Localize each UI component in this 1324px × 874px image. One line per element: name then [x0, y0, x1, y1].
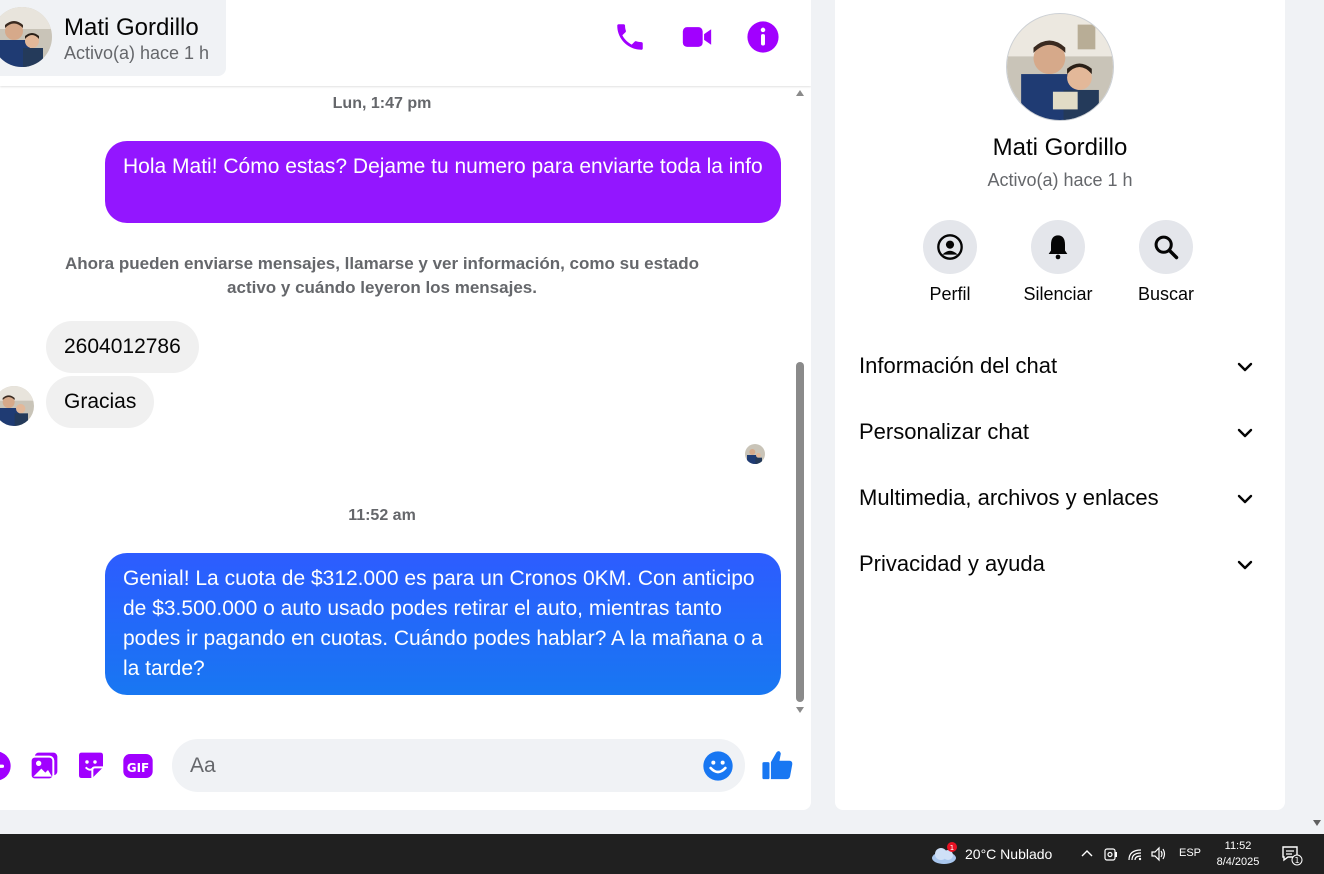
profile-icon: [937, 234, 963, 260]
plus-circle-icon: [0, 751, 11, 781]
chat-panel: Mati Gordillo Activo(a) hace 1 h Lun, 1:…: [0, 0, 811, 810]
timestamp: Lun, 1:47 pm: [332, 95, 432, 112]
chevron-up-icon[interactable]: [1079, 846, 1095, 862]
more-actions-button[interactable]: [0, 750, 12, 782]
contact-name[interactable]: Mati Gordillo: [64, 14, 199, 42]
section-label: Personalizar chat: [859, 419, 1029, 444]
section-label: Información del chat: [859, 353, 1058, 378]
chevron-down-icon: [1237, 428, 1253, 438]
volume-icon[interactable]: [1150, 846, 1166, 862]
weather-text[interactable]: 20°C Nublado: [965, 846, 1052, 862]
incoming-message[interactable]: 2604012786: [46, 321, 199, 373]
image-icon: [29, 752, 58, 781]
avatar[interactable]: [0, 7, 52, 67]
profile-button[interactable]: Perfil: [905, 220, 995, 305]
taskbar: 1 20°C Nublado ESP 11:52 8/4/2025 1: [0, 834, 1324, 874]
mute-button[interactable]: Silenciar: [1013, 220, 1103, 305]
sticker-button[interactable]: [75, 750, 107, 782]
system-note: Ahora pueden enviarse mensajes, llamarse…: [65, 254, 699, 297]
smiley-icon: [703, 751, 733, 781]
section-customize-chat[interactable]: Personalizar chat: [859, 407, 1261, 457]
clock-date: 8/4/2025: [1216, 856, 1260, 868]
call-button[interactable]: [613, 20, 647, 54]
section-label: Privacidad y ayuda: [859, 551, 1045, 576]
chat-info-panel: Mati Gordillo Activo(a) hace 1 h Perfil …: [835, 0, 1285, 810]
bell-icon: [1048, 235, 1068, 260]
read-receipt-avatar: [745, 444, 765, 464]
message-composer[interactable]: [172, 739, 745, 792]
outgoing-message[interactable]: Genial! La cuota de $312.000 es para un …: [105, 553, 781, 695]
profile-name: Mati Gordillo: [992, 134, 1128, 161]
video-call-button[interactable]: [680, 20, 714, 54]
chevron-down-icon: [1237, 362, 1253, 372]
mute-label: Silenciar: [1023, 284, 1093, 304]
clock-time: 11:52: [1224, 840, 1252, 852]
info-button[interactable]: [746, 20, 780, 54]
outgoing-message[interactable]: Hola Mati! Cómo estas? Dejame tu numero …: [105, 141, 781, 223]
chevron-down-icon: [1237, 494, 1253, 504]
timestamp: 11:52 am: [348, 507, 416, 524]
section-chat-info[interactable]: Información del chat: [859, 341, 1261, 391]
sticker-icon: [79, 752, 103, 778]
wifi-icon[interactable]: [1127, 846, 1143, 862]
emoji-button[interactable]: [702, 750, 734, 782]
notification-count: 1: [1294, 856, 1299, 865]
page-scrollbar[interactable]: [1309, 0, 1324, 834]
gif-button[interactable]: GIF: [122, 750, 154, 782]
video-camera-icon: [682, 27, 712, 47]
scroll-up-arrow[interactable]: [796, 90, 804, 96]
chat-header: Mati Gordillo Activo(a) hace 1 h: [0, 0, 811, 86]
section-privacy-help[interactable]: Privacidad y ayuda: [859, 539, 1261, 589]
weather-badge: 1: [950, 844, 954, 852]
sender-avatar[interactable]: [0, 386, 34, 426]
clock[interactable]: 11:52 8/4/2025: [1212, 838, 1264, 870]
gif-icon: GIF: [123, 754, 153, 778]
search-button[interactable]: Buscar: [1121, 220, 1211, 305]
thumbs-up-icon: [762, 751, 793, 780]
notification-icon[interactable]: 1: [1281, 844, 1303, 866]
cloud-icon[interactable]: 1: [930, 842, 958, 866]
search-label: Buscar: [1137, 284, 1195, 304]
scroll-thumb[interactable]: [796, 362, 804, 702]
message-input[interactable]: [190, 739, 690, 792]
chevron-down-icon: [1237, 560, 1253, 570]
incoming-message[interactable]: Gracias: [46, 376, 155, 428]
scroll-down-arrow[interactable]: [796, 707, 804, 713]
contact-chip[interactable]: Mati Gordillo Activo(a) hace 1 h: [0, 0, 226, 76]
language-indicator[interactable]: ESP: [1179, 847, 1201, 859]
svg-text:GIF: GIF: [127, 761, 150, 775]
camera-icon[interactable]: [1103, 846, 1119, 862]
phone-icon: [617, 24, 643, 50]
attach-image-button[interactable]: [28, 750, 60, 782]
profile-label: Perfil: [929, 284, 971, 304]
search-icon: [1154, 235, 1179, 260]
profile-avatar[interactable]: [1006, 13, 1114, 121]
section-media-files-links[interactable]: Multimedia, archivos y enlaces: [859, 473, 1261, 523]
like-button[interactable]: [761, 748, 795, 782]
profile-status: Activo(a) hace 1 h: [987, 170, 1133, 190]
contact-status: Activo(a) hace 1 h: [64, 43, 210, 63]
info-icon: [747, 21, 779, 53]
section-label: Multimedia, archivos y enlaces: [859, 485, 1159, 510]
page-scroll-down-arrow[interactable]: [1313, 820, 1321, 826]
